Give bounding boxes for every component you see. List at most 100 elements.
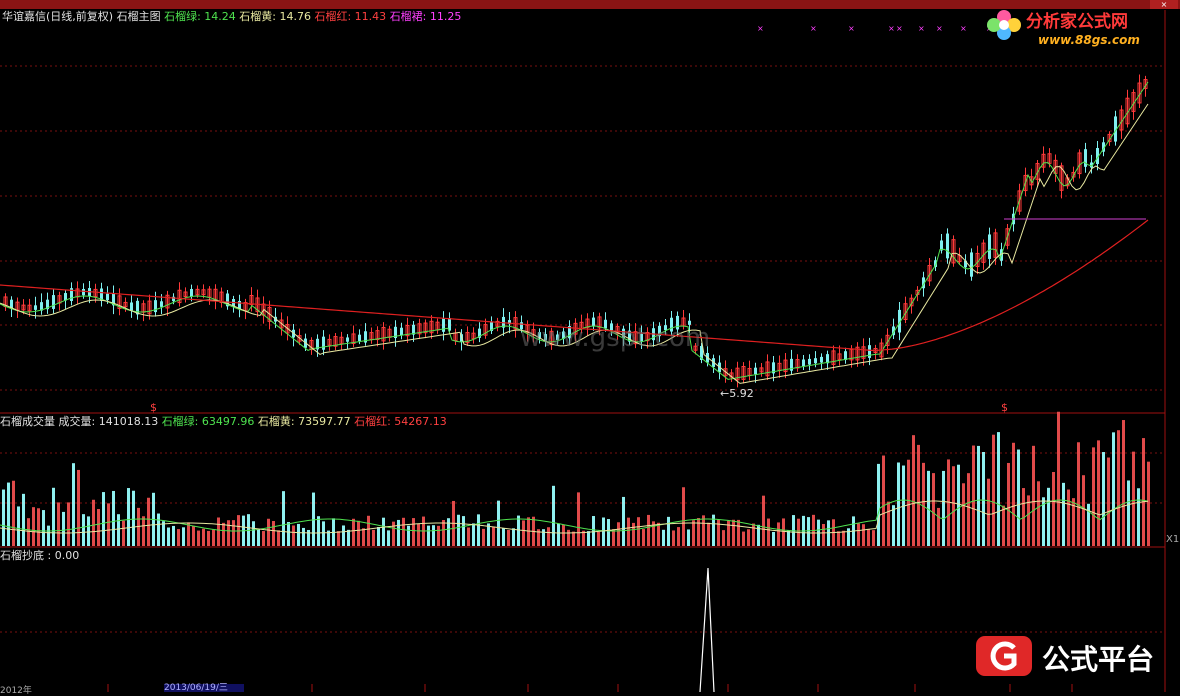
volume-bar: [942, 470, 945, 546]
price-chart[interactable]: ××××××××× $ $ ←5.92 www.gspt.com X1: [0, 0, 1180, 692]
volume-bar: [417, 523, 420, 546]
volume-bar: [607, 519, 610, 546]
volume-bar: [657, 522, 660, 546]
candle-body: [400, 327, 403, 336]
candle-body: [52, 295, 55, 309]
volume-bar: [382, 517, 385, 546]
volume-bar: [377, 527, 380, 546]
volume-bar: [522, 520, 525, 546]
volume-bar: [857, 523, 860, 546]
volume-bar: [282, 491, 285, 546]
volume-bar: [1117, 430, 1120, 546]
volume-bar: [1047, 487, 1050, 546]
volume-bar: [92, 499, 95, 546]
volume-bar: [147, 497, 150, 546]
volume-bar: [167, 527, 170, 546]
volume-bar: [667, 516, 670, 546]
volume-bar: [1102, 452, 1105, 546]
volume-bar: [1052, 472, 1055, 546]
volume-bar: [112, 490, 115, 546]
volume-bar: [952, 466, 955, 546]
main-info-line: 华谊嘉信(日线,前复权) 石榴主图 石榴绿: 14.24 石榴黄: 14.76 …: [2, 10, 461, 24]
volume-bar: [157, 513, 160, 546]
g-logo-icon: [976, 636, 1032, 676]
volume-bar: [672, 530, 675, 546]
volume-bar: [602, 517, 605, 546]
selected-date[interactable]: 2013/06/19/三: [164, 684, 244, 693]
volume-bar: [1062, 482, 1065, 546]
candle-body: [814, 358, 817, 364]
volume-bar: [577, 492, 580, 546]
volume-bar: [252, 521, 255, 546]
volume-bar: [232, 520, 235, 546]
volume-bar: [7, 482, 10, 546]
volume-bar: [807, 517, 810, 546]
cross-marker: ×: [960, 24, 967, 33]
cross-markers: ×××××××××: [757, 24, 993, 33]
cross-marker: ×: [918, 24, 925, 33]
volume-bar: [637, 517, 640, 546]
volume-bar: [597, 531, 600, 546]
volume-bar: [1057, 411, 1060, 546]
volume-bar: [502, 528, 505, 546]
volume-bar: [662, 529, 665, 546]
volume-bar: [182, 527, 185, 546]
bottom-brand-name: 公式平台: [1042, 643, 1155, 676]
bottom-signal-spike: [699, 567, 715, 692]
volume-bar: [117, 514, 120, 546]
volume-bar: [547, 527, 550, 546]
volume-bar: [512, 528, 515, 546]
time-axis-first-label: 2012年: [0, 686, 32, 696]
volume-bar: [362, 528, 365, 546]
volume-bar: [627, 517, 630, 546]
volume-bar: [352, 518, 355, 546]
volume-bar: [27, 518, 30, 546]
candle-body: [34, 305, 37, 310]
volume-bar: [647, 514, 650, 546]
volume-bar: [752, 523, 755, 546]
volume-bar: [587, 531, 590, 546]
volume-bar: [337, 531, 340, 546]
volume-bar: [722, 530, 725, 546]
volume-bar: [697, 518, 700, 546]
volume-bar: [1067, 489, 1070, 546]
volume-bar: [862, 524, 865, 546]
volume-bar: [517, 515, 520, 546]
candle-body: [802, 359, 805, 367]
volume-panel-title: 石榴成交量: [0, 415, 55, 428]
volume-bar: [897, 462, 900, 546]
volume-bar: [107, 503, 110, 546]
volume-bar: [462, 516, 465, 546]
indicator-red: 石榴红: 11.43: [314, 10, 387, 23]
volume-bar: [782, 518, 785, 546]
volume-bar: [347, 529, 350, 546]
volume-bar: [212, 529, 215, 546]
volume-bar: [1142, 438, 1145, 546]
volume-bar: [992, 434, 995, 546]
volume-bar: [412, 518, 415, 546]
volume-bar: [1007, 462, 1010, 546]
stock-label: 华谊嘉信(日线,前复权) 石榴主图: [2, 10, 161, 23]
volume-bar: [162, 521, 165, 546]
volume-bar: [687, 529, 690, 546]
volume-bar: [962, 483, 965, 546]
volume-bar: [97, 509, 100, 546]
volume-bar: [72, 463, 75, 546]
volume-bar: [1122, 420, 1125, 546]
indicator-magenta: 石榴裙: 11.25: [389, 10, 462, 23]
volume-bar: [982, 451, 985, 546]
volume-scale-label: X1: [1166, 534, 1179, 545]
volume-bar: [877, 463, 880, 546]
brand-logo-top: 分析家公式网 www.88gs.com: [982, 3, 1174, 55]
volume-bar: [297, 523, 300, 546]
indicator-yellow: 石榴黄: 14.76: [239, 10, 311, 23]
volume-bar: [392, 521, 395, 546]
volume-bar: [342, 525, 345, 546]
volume-bar: [407, 525, 410, 546]
volume-bar: [707, 522, 710, 546]
volume-bar: [917, 444, 920, 546]
volume-bar: [557, 523, 560, 546]
candle-body: [322, 336, 325, 350]
volume-bar: [552, 485, 555, 546]
volume-bar: [882, 455, 885, 546]
